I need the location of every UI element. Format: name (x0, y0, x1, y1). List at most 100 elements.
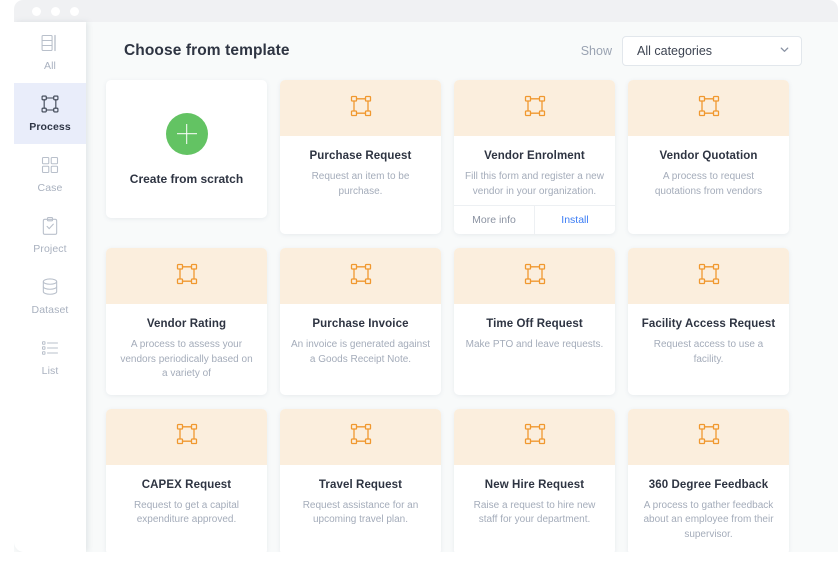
card-thumbnail (628, 409, 789, 465)
template-card-360-degree-feedback[interactable]: 360 Degree Feedback A process to gather … (628, 409, 789, 553)
sidebar-item-dataset[interactable]: Dataset (14, 266, 86, 327)
card-thumbnail (628, 248, 789, 304)
card-body: New Hire Request Raise a request to hire… (454, 465, 615, 553)
category-select[interactable]: All categories (622, 36, 802, 66)
card-body: Facility Access Request Request access t… (628, 304, 789, 395)
sidebar-item-label: Case (38, 182, 63, 194)
card-title: Facility Access Request (639, 318, 778, 330)
page-header: Choose from template Show All categories (104, 22, 820, 80)
template-card-vendor-rating[interactable]: Vendor Rating A process to assess your v… (106, 248, 267, 395)
card-thumbnail (454, 409, 615, 465)
process-flow-icon (40, 94, 60, 114)
card-title: Purchase Request (291, 150, 430, 162)
card-description: Request assistance for an upcoming trave… (291, 499, 430, 528)
card-description: Request an item to be purchase. (291, 170, 430, 199)
chevron-down-icon (779, 42, 790, 60)
card-description: A process to request quotations from ven… (639, 170, 778, 199)
template-card-travel-request[interactable]: Travel Request Request assistance for an… (280, 409, 441, 553)
template-card-vendor-enrolment[interactable]: Vendor Enrolment Fill this form and regi… (454, 80, 615, 234)
card-thumbnail (280, 80, 441, 136)
card-title: New Hire Request (465, 479, 604, 491)
card-title: 360 Degree Feedback (639, 479, 778, 491)
sidebar-item-all[interactable]: All (14, 22, 86, 83)
filter-group: Show All categories (581, 36, 802, 66)
create-from-scratch-label: Create from scratch (130, 172, 243, 186)
card-body: Vendor Rating A process to assess your v… (106, 304, 267, 395)
sidebar-item-label: Dataset (32, 304, 69, 316)
bullet-list-icon (40, 338, 60, 358)
process-flow-icon (175, 262, 199, 291)
card-actions: More infoInstall (454, 205, 615, 234)
page-title: Choose from template (124, 42, 290, 60)
template-card-new-hire-request[interactable]: New Hire Request Raise a request to hire… (454, 409, 615, 553)
sidebar-item-label: List (42, 365, 59, 377)
card-thumbnail (280, 248, 441, 304)
list-panel-icon (40, 33, 60, 53)
card-description: An invoice is generated against a Goods … (291, 338, 430, 367)
card-description: Request to get a capital expenditure app… (117, 499, 256, 528)
card-title: Vendor Rating (117, 318, 256, 330)
card-thumbnail (628, 80, 789, 136)
close-icon[interactable] (32, 7, 41, 16)
process-flow-icon (523, 422, 547, 451)
card-body: Time Off Request Make PTO and leave requ… (454, 304, 615, 395)
card-title: Vendor Enrolment (465, 150, 604, 162)
card-description: Make PTO and leave requests. (465, 338, 604, 353)
card-body: Travel Request Request assistance for an… (280, 465, 441, 553)
sidebar-item-case[interactable]: Case (14, 144, 86, 205)
category-select-value: All categories (637, 44, 712, 58)
sidebar: All Process Case Project Dat (14, 22, 86, 552)
app-window: All Process Case Project Dat (14, 0, 838, 552)
show-label: Show (581, 44, 612, 58)
card-title: Time Off Request (465, 318, 604, 330)
template-card-purchase-invoice[interactable]: Purchase Invoice An invoice is generated… (280, 248, 441, 395)
card-thumbnail (106, 248, 267, 304)
minimize-icon[interactable] (51, 7, 60, 16)
create-from-scratch-card[interactable]: Create from scratch (106, 80, 267, 218)
card-description: Request access to use a facility. (639, 338, 778, 367)
database-icon (40, 277, 60, 297)
card-description: Fill this form and register a new vendor… (465, 170, 604, 199)
clipboard-check-icon (40, 216, 60, 236)
card-title: Purchase Invoice (291, 318, 430, 330)
card-title: Vendor Quotation (639, 150, 778, 162)
window-titlebar (14, 0, 838, 22)
template-card-facility-access-request[interactable]: Facility Access Request Request access t… (628, 248, 789, 395)
window-controls (32, 7, 79, 16)
card-thumbnail (454, 80, 615, 136)
sidebar-item-label: Process (29, 121, 71, 133)
main-content: Choose from template Show All categories… (86, 22, 838, 552)
process-flow-icon (349, 94, 373, 123)
card-thumbnail (454, 248, 615, 304)
card-description: A process to gather feedback about an em… (639, 499, 778, 543)
sidebar-item-list[interactable]: List (14, 327, 86, 388)
template-card-time-off-request[interactable]: Time Off Request Make PTO and leave requ… (454, 248, 615, 395)
process-flow-icon (697, 262, 721, 291)
process-flow-icon (697, 94, 721, 123)
sidebar-item-label: All (44, 60, 56, 72)
template-card-vendor-quotation[interactable]: Vendor Quotation A process to request qu… (628, 80, 789, 234)
card-body: Vendor Quotation A process to request qu… (628, 136, 789, 234)
process-flow-icon (349, 422, 373, 451)
process-flow-icon (523, 262, 547, 291)
card-description: A process to assess your vendors periodi… (117, 338, 256, 382)
maximize-icon[interactable] (70, 7, 79, 16)
more-info-button[interactable]: More info (454, 206, 534, 234)
sidebar-item-process[interactable]: Process (14, 83, 86, 144)
card-body: 360 Degree Feedback A process to gather … (628, 465, 789, 553)
install-button[interactable]: Install (534, 206, 615, 234)
grid-squares-icon (40, 155, 60, 175)
template-card-purchase-request[interactable]: Purchase Request Request an item to be p… (280, 80, 441, 234)
card-body: Vendor Enrolment Fill this form and regi… (454, 136, 615, 205)
card-title: Travel Request (291, 479, 430, 491)
card-title: CAPEX Request (117, 479, 256, 491)
sidebar-item-project[interactable]: Project (14, 205, 86, 266)
card-description: Raise a request to hire new staff for yo… (465, 499, 604, 528)
card-thumbnail (106, 409, 267, 465)
card-body: Purchase Request Request an item to be p… (280, 136, 441, 234)
sidebar-item-label: Project (33, 243, 66, 255)
process-flow-icon (697, 422, 721, 451)
process-flow-icon (349, 262, 373, 291)
plus-icon (166, 113, 208, 155)
template-card-capex-request[interactable]: CAPEX Request Request to get a capital e… (106, 409, 267, 553)
